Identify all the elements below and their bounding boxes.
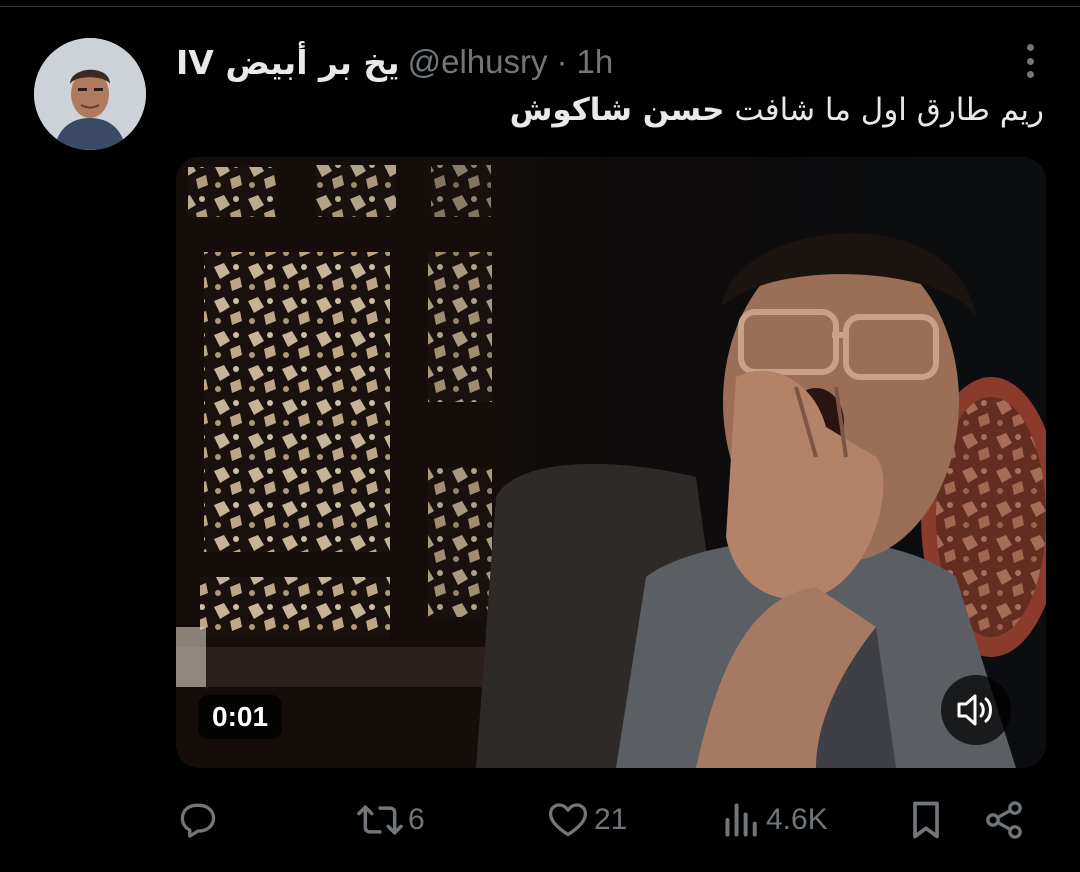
speech-bubble-icon (180, 803, 216, 838)
tweet-text-plain: ريم طارق اول ما شافت (724, 92, 1044, 128)
tweet-time[interactable]: 1h (576, 43, 613, 81)
tweet-card[interactable]: یخ بر أبیض IV @elhusry · 1h ريم طارق اول… (0, 0, 1080, 872)
divider (0, 0, 1080, 7)
bookmark-icon (913, 801, 939, 839)
retweet-arrows-icon (357, 805, 403, 835)
tweet-text: ريم طارق اول ما شافت حسن شاكوش (510, 92, 1044, 128)
reply-button[interactable] (176, 790, 224, 850)
bookmark-button[interactable] (906, 790, 946, 850)
retweet-button[interactable]: 6 (356, 790, 425, 850)
video-timestamp: 0:01 (198, 695, 283, 739)
display-name[interactable]: یخ بر أبیض IV (176, 43, 400, 82)
tweet-text-bold: حسن شاكوش (509, 92, 725, 128)
heart-icon (548, 803, 588, 837)
more-dots-icon[interactable] (1020, 44, 1040, 78)
speaker-icon[interactable] (941, 675, 1011, 745)
user-handle[interactable]: @elhusry (408, 43, 548, 81)
retweet-count: 6 (408, 803, 425, 836)
views-button[interactable]: 4.6K (722, 790, 828, 850)
avatar[interactable] (34, 38, 146, 150)
share-button[interactable] (982, 790, 1026, 850)
avatar-image (34, 38, 146, 150)
separator-dot: · (556, 43, 568, 80)
view-count: 4.6K (766, 803, 828, 836)
video-frame (176, 157, 1046, 768)
action-bar: 6 21 4.6K (0, 790, 1080, 850)
tweet-header: یخ بر أبیض IV @elhusry · 1h (176, 40, 613, 84)
like-button[interactable]: 21 (546, 790, 627, 850)
video-player[interactable] (176, 157, 1046, 768)
like-count: 21 (594, 803, 628, 836)
share-icon (986, 801, 1022, 839)
bar-chart-icon (725, 803, 757, 837)
